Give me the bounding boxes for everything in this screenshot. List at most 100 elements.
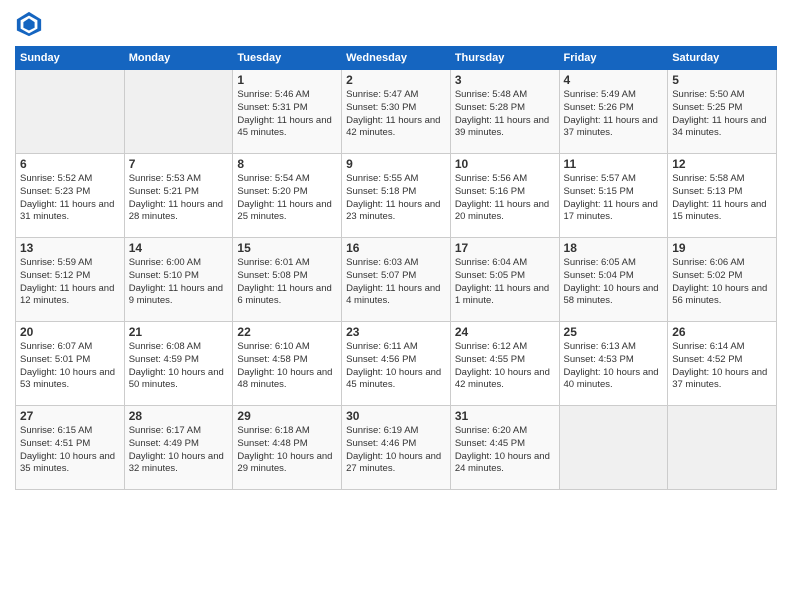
calendar-cell: 31 Sunrise: 6:20 AM Sunset: 4:45 PM Dayli… <box>450 406 559 490</box>
calendar-cell <box>16 70 125 154</box>
day-number: 14 <box>129 241 229 255</box>
day-info: Sunrise: 6:15 AM Sunset: 4:51 PM Dayligh… <box>20 425 120 476</box>
weekday-header: Thursday <box>450 47 559 70</box>
day-number: 2 <box>346 73 446 87</box>
calendar-cell: 3 Sunrise: 5:48 AM Sunset: 5:28 PM Daylig… <box>450 70 559 154</box>
calendar-week-row: 1 Sunrise: 5:46 AM Sunset: 5:31 PM Daylig… <box>16 70 777 154</box>
day-info: Sunrise: 6:11 AM Sunset: 4:56 PM Dayligh… <box>346 341 446 392</box>
day-info: Sunrise: 6:17 AM Sunset: 4:49 PM Dayligh… <box>129 425 229 476</box>
day-number: 3 <box>455 73 555 87</box>
day-info: Sunrise: 6:20 AM Sunset: 4:45 PM Dayligh… <box>455 425 555 476</box>
day-number: 11 <box>564 157 664 171</box>
weekday-header: Saturday <box>668 47 777 70</box>
calendar-cell: 9 Sunrise: 5:55 AM Sunset: 5:18 PM Daylig… <box>342 154 451 238</box>
day-number: 22 <box>237 325 337 339</box>
calendar-week-row: 13 Sunrise: 5:59 AM Sunset: 5:12 PM Dayli… <box>16 238 777 322</box>
header <box>15 10 777 38</box>
day-info: Sunrise: 6:14 AM Sunset: 4:52 PM Dayligh… <box>672 341 772 392</box>
page: SundayMondayTuesdayWednesdayThursdayFrid… <box>0 0 792 612</box>
calendar-cell: 21 Sunrise: 6:08 AM Sunset: 4:59 PM Dayli… <box>124 322 233 406</box>
calendar-cell: 13 Sunrise: 5:59 AM Sunset: 5:12 PM Dayli… <box>16 238 125 322</box>
day-info: Sunrise: 5:58 AM Sunset: 5:13 PM Dayligh… <box>672 173 772 224</box>
weekday-header: Friday <box>559 47 668 70</box>
calendar-cell: 15 Sunrise: 6:01 AM Sunset: 5:08 PM Dayli… <box>233 238 342 322</box>
calendar-cell <box>559 406 668 490</box>
calendar-cell: 18 Sunrise: 6:05 AM Sunset: 5:04 PM Dayli… <box>559 238 668 322</box>
day-info: Sunrise: 6:13 AM Sunset: 4:53 PM Dayligh… <box>564 341 664 392</box>
day-number: 18 <box>564 241 664 255</box>
day-info: Sunrise: 6:10 AM Sunset: 4:58 PM Dayligh… <box>237 341 337 392</box>
calendar-cell: 11 Sunrise: 5:57 AM Sunset: 5:15 PM Dayli… <box>559 154 668 238</box>
day-info: Sunrise: 5:48 AM Sunset: 5:28 PM Dayligh… <box>455 89 555 140</box>
calendar-cell: 30 Sunrise: 6:19 AM Sunset: 4:46 PM Dayli… <box>342 406 451 490</box>
day-number: 15 <box>237 241 337 255</box>
calendar-cell: 20 Sunrise: 6:07 AM Sunset: 5:01 PM Dayli… <box>16 322 125 406</box>
day-number: 31 <box>455 409 555 423</box>
calendar-cell: 7Sunrise: 5:53 AM Sunset: 5:21 PM Daylig… <box>124 154 233 238</box>
day-info: Sunrise: 5:59 AM Sunset: 5:12 PM Dayligh… <box>20 257 120 308</box>
calendar-cell: 16 Sunrise: 6:03 AM Sunset: 5:07 PM Dayli… <box>342 238 451 322</box>
weekday-header: Monday <box>124 47 233 70</box>
day-number: 29 <box>237 409 337 423</box>
day-info: Sunrise: 5:54 AM Sunset: 5:20 PM Dayligh… <box>237 173 337 224</box>
day-info: Sunrise: 5:46 AM Sunset: 5:31 PM Dayligh… <box>237 89 337 140</box>
day-number: 10 <box>455 157 555 171</box>
day-number: 13 <box>20 241 120 255</box>
day-info: Sunrise: 5:52 AM Sunset: 5:23 PM Dayligh… <box>20 173 120 224</box>
day-info: Sunrise: 5:55 AM Sunset: 5:18 PM Dayligh… <box>346 173 446 224</box>
day-info: Sunrise: 6:19 AM Sunset: 4:46 PM Dayligh… <box>346 425 446 476</box>
calendar-cell: 29 Sunrise: 6:18 AM Sunset: 4:48 PM Dayli… <box>233 406 342 490</box>
day-number: 7 <box>129 157 229 171</box>
day-info: Sunrise: 6:18 AM Sunset: 4:48 PM Dayligh… <box>237 425 337 476</box>
day-info: Sunrise: 5:56 AM Sunset: 5:16 PM Dayligh… <box>455 173 555 224</box>
weekday-header: Wednesday <box>342 47 451 70</box>
logo <box>15 10 47 38</box>
day-number: 26 <box>672 325 772 339</box>
day-number: 5 <box>672 73 772 87</box>
day-number: 21 <box>129 325 229 339</box>
day-number: 16 <box>346 241 446 255</box>
day-number: 24 <box>455 325 555 339</box>
day-info: Sunrise: 5:57 AM Sunset: 5:15 PM Dayligh… <box>564 173 664 224</box>
calendar-cell: 8 Sunrise: 5:54 AM Sunset: 5:20 PM Daylig… <box>233 154 342 238</box>
weekday-header: Tuesday <box>233 47 342 70</box>
calendar-cell: 28 Sunrise: 6:17 AM Sunset: 4:49 PM Dayli… <box>124 406 233 490</box>
day-info: Sunrise: 5:49 AM Sunset: 5:26 PM Dayligh… <box>564 89 664 140</box>
day-info: Sunrise: 6:01 AM Sunset: 5:08 PM Dayligh… <box>237 257 337 308</box>
day-number: 12 <box>672 157 772 171</box>
calendar-cell: 19 Sunrise: 6:06 AM Sunset: 5:02 PM Dayli… <box>668 238 777 322</box>
day-info: Sunrise: 6:06 AM Sunset: 5:02 PM Dayligh… <box>672 257 772 308</box>
calendar-cell: 17 Sunrise: 6:04 AM Sunset: 5:05 PM Dayli… <box>450 238 559 322</box>
day-info: Sunrise: 5:50 AM Sunset: 5:25 PM Dayligh… <box>672 89 772 140</box>
day-number: 17 <box>455 241 555 255</box>
calendar-week-row: 27Sunrise: 6:15 AM Sunset: 4:51 PM Dayli… <box>16 406 777 490</box>
day-number: 28 <box>129 409 229 423</box>
calendar-cell: 14Sunrise: 6:00 AM Sunset: 5:10 PM Dayli… <box>124 238 233 322</box>
calendar-cell: 24 Sunrise: 6:12 AM Sunset: 4:55 PM Dayli… <box>450 322 559 406</box>
day-number: 23 <box>346 325 446 339</box>
day-number: 19 <box>672 241 772 255</box>
day-info: Sunrise: 6:03 AM Sunset: 5:07 PM Dayligh… <box>346 257 446 308</box>
calendar-cell: 1 Sunrise: 5:46 AM Sunset: 5:31 PM Daylig… <box>233 70 342 154</box>
calendar-cell: 4Sunrise: 5:49 AM Sunset: 5:26 PM Daylig… <box>559 70 668 154</box>
day-info: Sunrise: 6:05 AM Sunset: 5:04 PM Dayligh… <box>564 257 664 308</box>
day-info: Sunrise: 5:47 AM Sunset: 5:30 PM Dayligh… <box>346 89 446 140</box>
day-info: Sunrise: 6:12 AM Sunset: 4:55 PM Dayligh… <box>455 341 555 392</box>
calendar-cell: 12 Sunrise: 5:58 AM Sunset: 5:13 PM Dayli… <box>668 154 777 238</box>
day-number: 9 <box>346 157 446 171</box>
day-info: Sunrise: 6:04 AM Sunset: 5:05 PM Dayligh… <box>455 257 555 308</box>
day-number: 30 <box>346 409 446 423</box>
calendar-cell: 23 Sunrise: 6:11 AM Sunset: 4:56 PM Dayli… <box>342 322 451 406</box>
calendar-cell: 5 Sunrise: 5:50 AM Sunset: 5:25 PM Daylig… <box>668 70 777 154</box>
calendar-cell: 2 Sunrise: 5:47 AM Sunset: 5:30 PM Daylig… <box>342 70 451 154</box>
calendar-cell: 10 Sunrise: 5:56 AM Sunset: 5:16 PM Dayli… <box>450 154 559 238</box>
day-number: 20 <box>20 325 120 339</box>
day-info: Sunrise: 6:08 AM Sunset: 4:59 PM Dayligh… <box>129 341 229 392</box>
day-number: 8 <box>237 157 337 171</box>
calendar-cell: 6Sunrise: 5:52 AM Sunset: 5:23 PM Daylig… <box>16 154 125 238</box>
calendar-cell <box>668 406 777 490</box>
day-info: Sunrise: 6:07 AM Sunset: 5:01 PM Dayligh… <box>20 341 120 392</box>
day-number: 1 <box>237 73 337 87</box>
day-number: 25 <box>564 325 664 339</box>
calendar-table: SundayMondayTuesdayWednesdayThursdayFrid… <box>15 46 777 490</box>
